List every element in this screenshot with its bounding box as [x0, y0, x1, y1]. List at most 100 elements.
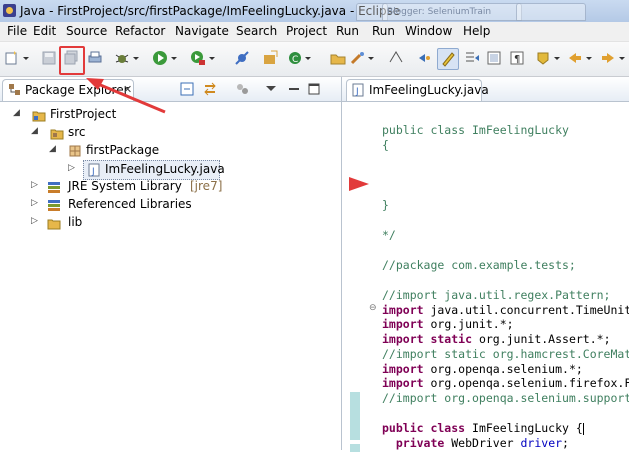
- tree-collapsed-icon[interactable]: ▷: [68, 163, 75, 173]
- tree-label: src: [68, 125, 86, 139]
- window-title: Java - FirstProject/src/firstPackage/ImF…: [20, 4, 401, 18]
- title-bar: Java - FirstProject/src/firstPackage/ImF…: [0, 0, 629, 23]
- run-icon[interactable]: [152, 50, 168, 66]
- code-line: }: [382, 198, 389, 212]
- code-line: //import org.openqa.selenium.support: [382, 391, 629, 405]
- tab-imfeelinglucky-java[interactable]: J ImFeelingLucky.java: [346, 79, 489, 101]
- new-class-icon[interactable]: C: [287, 50, 303, 66]
- svg-text:C: C: [292, 55, 298, 65]
- menu-file[interactable]: File: [7, 24, 27, 38]
- tree-label: lib: [68, 215, 83, 229]
- tree-item-referenced-libraries[interactable]: ▷ Referenced Libraries: [0, 196, 340, 214]
- last-edit-dropdown-icon[interactable]: [553, 50, 561, 66]
- menu-navigate[interactable]: Navigate: [175, 24, 229, 38]
- tree-label: firstPackage: [86, 143, 160, 157]
- new-class-dropdown-icon[interactable]: [304, 50, 312, 66]
- background-browser-tab[interactable]: Blogger: SeleniumTrain: [382, 3, 522, 21]
- menu-search[interactable]: Search: [236, 24, 277, 38]
- folder-icon: [47, 216, 61, 230]
- code-line: import org.junit.*;: [382, 317, 514, 331]
- editor-gutter: [342, 102, 362, 452]
- view-menu-icon[interactable]: [264, 82, 278, 96]
- tree-expanded-icon[interactable]: ◢: [31, 126, 38, 136]
- focus-icon[interactable]: [235, 82, 249, 96]
- tree-item-src[interactable]: ◢ src: [0, 124, 340, 142]
- tree-item-imfeelinglucky-java[interactable]: ▷ J ImFeelingLucky.java: [68, 160, 225, 180]
- show-whitespace-icon[interactable]: [486, 50, 502, 66]
- tab-package-explorer[interactable]: Package Explorer ✕: [2, 79, 134, 101]
- text-cursor: [582, 422, 584, 435]
- print-icon[interactable]: [87, 50, 103, 66]
- editor-tab-label: ImFeelingLucky.java: [369, 83, 489, 97]
- highlight-icon[interactable]: [437, 48, 459, 70]
- debug-dropdown-icon[interactable]: [132, 50, 140, 66]
- fold-collapse-icon[interactable]: ⊖: [369, 303, 377, 313]
- code-line: import java.util.concurrent.TimeUnit: [382, 303, 629, 317]
- menu-source[interactable]: Source: [66, 24, 107, 38]
- tree-collapsed-icon[interactable]: ▷: [31, 198, 38, 208]
- tree-collapsed-icon[interactable]: ▷: [31, 180, 38, 190]
- code-line: import org.openqa.selenium.firefox.F: [382, 376, 629, 390]
- java-editor: J ImFeelingLucky.java public class ImFee…: [342, 77, 629, 452]
- skip-breakpoints-icon[interactable]: [234, 50, 250, 66]
- package-explorer-icon: [8, 83, 21, 96]
- forward-icon[interactable]: [600, 50, 616, 66]
- change-ruler-marker: [350, 444, 360, 452]
- menu-window[interactable]: Window: [405, 24, 452, 38]
- close-icon[interactable]: ✕: [123, 83, 132, 96]
- background-browser-tab[interactable]: [516, 3, 586, 21]
- code-line: import static org.junit.Assert.*;: [382, 332, 611, 346]
- java-file-icon: J: [352, 83, 365, 97]
- save-icon[interactable]: [41, 50, 57, 66]
- minimize-icon[interactable]: [287, 82, 301, 96]
- code-line: private WebDriver driver;: [395, 436, 569, 450]
- forward-dropdown-icon[interactable]: [618, 50, 626, 66]
- eclipse-app-icon: [3, 4, 16, 17]
- tree-label: Referenced Libraries: [68, 197, 192, 211]
- next-edit-icon[interactable]: [416, 50, 432, 66]
- run-dropdown-icon[interactable]: [170, 50, 178, 66]
- main-toolbar: C ¶: [0, 42, 629, 77]
- link-with-editor-icon[interactable]: [203, 82, 217, 96]
- menu-run-second[interactable]: Run: [372, 24, 395, 38]
- paragraph-icon[interactable]: ¶: [509, 50, 525, 66]
- new-icon[interactable]: [4, 50, 20, 66]
- collapse-all-icon[interactable]: [180, 82, 194, 96]
- run-external-icon[interactable]: [190, 50, 206, 66]
- annotation-highlight-box: [59, 46, 85, 75]
- next-annotation-icon[interactable]: [464, 50, 480, 66]
- back-icon[interactable]: [567, 50, 583, 66]
- code-line: import org.openqa.selenium.*;: [382, 362, 583, 376]
- search-dropdown-icon[interactable]: [367, 50, 375, 66]
- new-dropdown-icon[interactable]: [22, 50, 30, 66]
- change-ruler-marker: [350, 392, 360, 440]
- toggle-mark-icon[interactable]: [388, 50, 404, 66]
- new-java-project-icon[interactable]: [262, 50, 278, 66]
- tree-expanded-icon[interactable]: ◢: [49, 144, 56, 154]
- last-edit-icon[interactable]: [535, 50, 551, 66]
- maximize-icon[interactable]: [307, 82, 321, 96]
- tree-expanded-icon[interactable]: ◢: [13, 108, 20, 118]
- package-explorer-view: Package Explorer ✕ ◢ FirstProject ◢ src …: [0, 77, 342, 450]
- code-line: public class ImFeelingLucky: [382, 123, 569, 137]
- project-icon: [32, 108, 46, 122]
- tree-item-firstproject[interactable]: ◢ FirstProject: [0, 106, 340, 124]
- run-external-dropdown-icon[interactable]: [208, 50, 216, 66]
- menu-help[interactable]: Help: [463, 24, 490, 38]
- menu-edit[interactable]: Edit: [33, 24, 56, 38]
- search-icon[interactable]: [350, 50, 366, 66]
- tree-label: JRE System Library: [68, 179, 182, 193]
- menu-run-first[interactable]: Run: [336, 24, 359, 38]
- source-folder-icon: [50, 126, 64, 140]
- tree-label: FirstProject: [50, 107, 117, 121]
- open-type-icon[interactable]: [330, 50, 346, 66]
- back-dropdown-icon[interactable]: [585, 50, 593, 66]
- debug-icon[interactable]: [114, 50, 130, 66]
- tree-item-firstpackage[interactable]: ◢ firstPackage: [0, 142, 340, 160]
- tree-collapsed-icon[interactable]: ▷: [31, 216, 38, 226]
- menu-project[interactable]: Project: [286, 24, 327, 38]
- library-icon: [47, 198, 61, 212]
- tree-item-lib[interactable]: ▷ lib: [0, 214, 340, 232]
- menu-refactor[interactable]: Refactor: [115, 24, 165, 38]
- tree-item-jre-system-library[interactable]: ▷ JRE System Library [jre7]: [0, 178, 340, 196]
